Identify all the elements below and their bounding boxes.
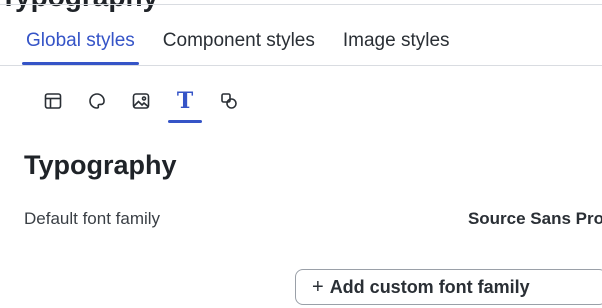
typography-glyph: T <box>176 88 194 114</box>
default-font-value[interactable]: Source Sans Pro <box>468 209 602 229</box>
typography-icon[interactable]: T <box>168 88 202 123</box>
clipped-heading: Typography <box>0 0 158 13</box>
plus-icon: + <box>312 275 324 298</box>
shapes-icon[interactable] <box>216 88 242 114</box>
default-font-row: Default font family Source Sans Pro <box>24 209 602 229</box>
tab-component-styles[interactable]: Component styles <box>163 30 315 65</box>
style-tabs: Global styles Component styles Image sty… <box>22 30 450 65</box>
palette-icon[interactable] <box>84 88 110 114</box>
styles-panel: Typography Global styles Component style… <box>0 0 602 308</box>
section-title: Typography <box>24 150 177 180</box>
add-custom-font-label: Add custom font family <box>329 276 530 297</box>
add-custom-font-button[interactable]: + Add custom font family <box>295 269 602 305</box>
top-divider <box>0 4 602 5</box>
tabs-divider <box>0 65 602 66</box>
layout-icon[interactable] <box>40 88 66 114</box>
image-icon[interactable] <box>128 88 154 114</box>
default-font-label: Default font family <box>24 209 161 228</box>
tab-image-styles[interactable]: Image styles <box>343 30 450 65</box>
icon-subtabs: T <box>40 88 242 123</box>
tab-global-styles[interactable]: Global styles <box>22 30 139 65</box>
